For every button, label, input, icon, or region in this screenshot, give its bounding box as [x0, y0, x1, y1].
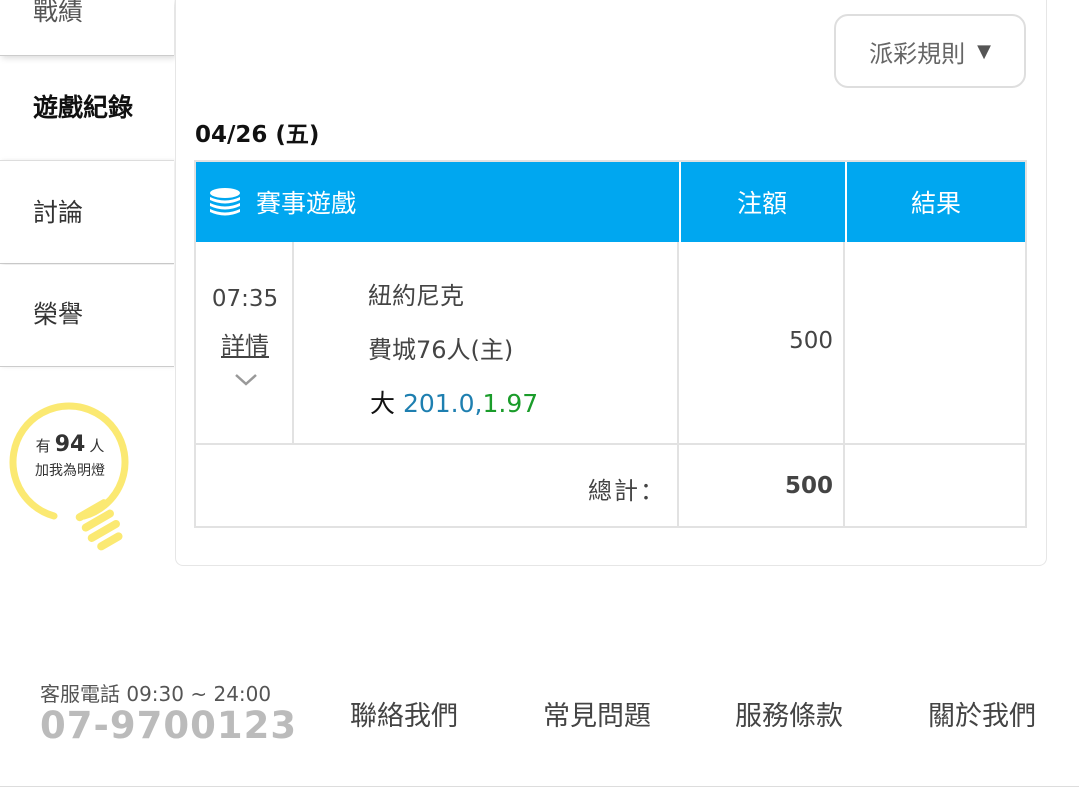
footer-link-contact[interactable]: 聯絡我們 — [350, 694, 458, 733]
payout-rules-dropdown[interactable]: 派彩規則 ▼ — [834, 14, 1026, 88]
team-away: 紐約尼克 — [368, 282, 464, 310]
follower-lightbulb[interactable]: 有 94 人 加我為明燈 — [6, 400, 136, 560]
chevron-down-icon[interactable] — [232, 370, 260, 390]
sidebar-item-game-log[interactable]: 遊戲紀錄 — [0, 60, 174, 156]
footer-link-terms[interactable]: 服務條款 — [735, 694, 843, 733]
column-header-game-label: 賽事遊戲 — [256, 189, 357, 218]
sidebar-item-discuss[interactable]: 討論 — [0, 160, 174, 264]
total-amount: 500 — [784, 473, 833, 499]
service-hours: 客服電話 09:30 ~ 24:00 — [40, 682, 272, 706]
divider — [196, 443, 1025, 445]
lightbulb-icon — [9, 402, 129, 551]
coin-stack-icon — [210, 188, 240, 216]
sidebar-item-record[interactable]: 戰績 — [0, 0, 174, 56]
bet-amount: 500 — [789, 328, 833, 354]
team-home: 費城76人(主) — [368, 336, 514, 364]
total-label: 總計： — [588, 477, 666, 505]
follower-count: 有 94 人 — [18, 432, 122, 457]
sidebar-item-label: 遊戲紀錄 — [33, 93, 134, 122]
sidebar-item-honor[interactable]: 榮譽 — [0, 265, 174, 367]
footer-link-faq[interactable]: 常見問題 — [543, 694, 651, 733]
divider — [843, 242, 845, 526]
bet-pick: 大 201.0,1.97 — [370, 384, 538, 420]
footer-divider — [0, 786, 1079, 787]
follower-number: 94 — [54, 432, 86, 457]
sidebar-item-label: 討論 — [33, 198, 84, 227]
triangle-down-icon: ▼ — [977, 40, 991, 62]
table-header: 賽事遊戲 注額 結果 — [196, 162, 1025, 242]
details-link[interactable]: 詳情 — [196, 326, 294, 361]
pick-odds: 1.97 — [482, 389, 539, 418]
service-phone[interactable]: 07-9700123 — [40, 704, 297, 747]
pick-line: 201.0, — [402, 389, 483, 418]
payout-rules-label: 派彩規則 — [869, 39, 966, 68]
column-header-result: 結果 — [845, 162, 1025, 242]
follower-caption: 加我為明燈 — [35, 463, 105, 479]
follower-prefix: 有 — [35, 437, 51, 455]
pick-side: 大 — [370, 389, 396, 418]
column-header-game: 賽事遊戲 — [196, 162, 677, 242]
column-header-bet: 注額 — [679, 162, 843, 242]
follower-suffix: 人 — [89, 437, 105, 455]
date-heading: 04/26 (五) — [195, 122, 320, 148]
sidebar-item-label: 榮譽 — [33, 300, 84, 329]
game-time: 07:35 — [211, 286, 279, 312]
bet-table: 賽事遊戲 注額 結果 07:35 詳情 紐約尼克 費城76人(主) 大 201.… — [194, 160, 1027, 528]
footer-link-about[interactable]: 關於我們 — [928, 694, 1036, 733]
sidebar-item-label: 戰績 — [33, 0, 84, 26]
